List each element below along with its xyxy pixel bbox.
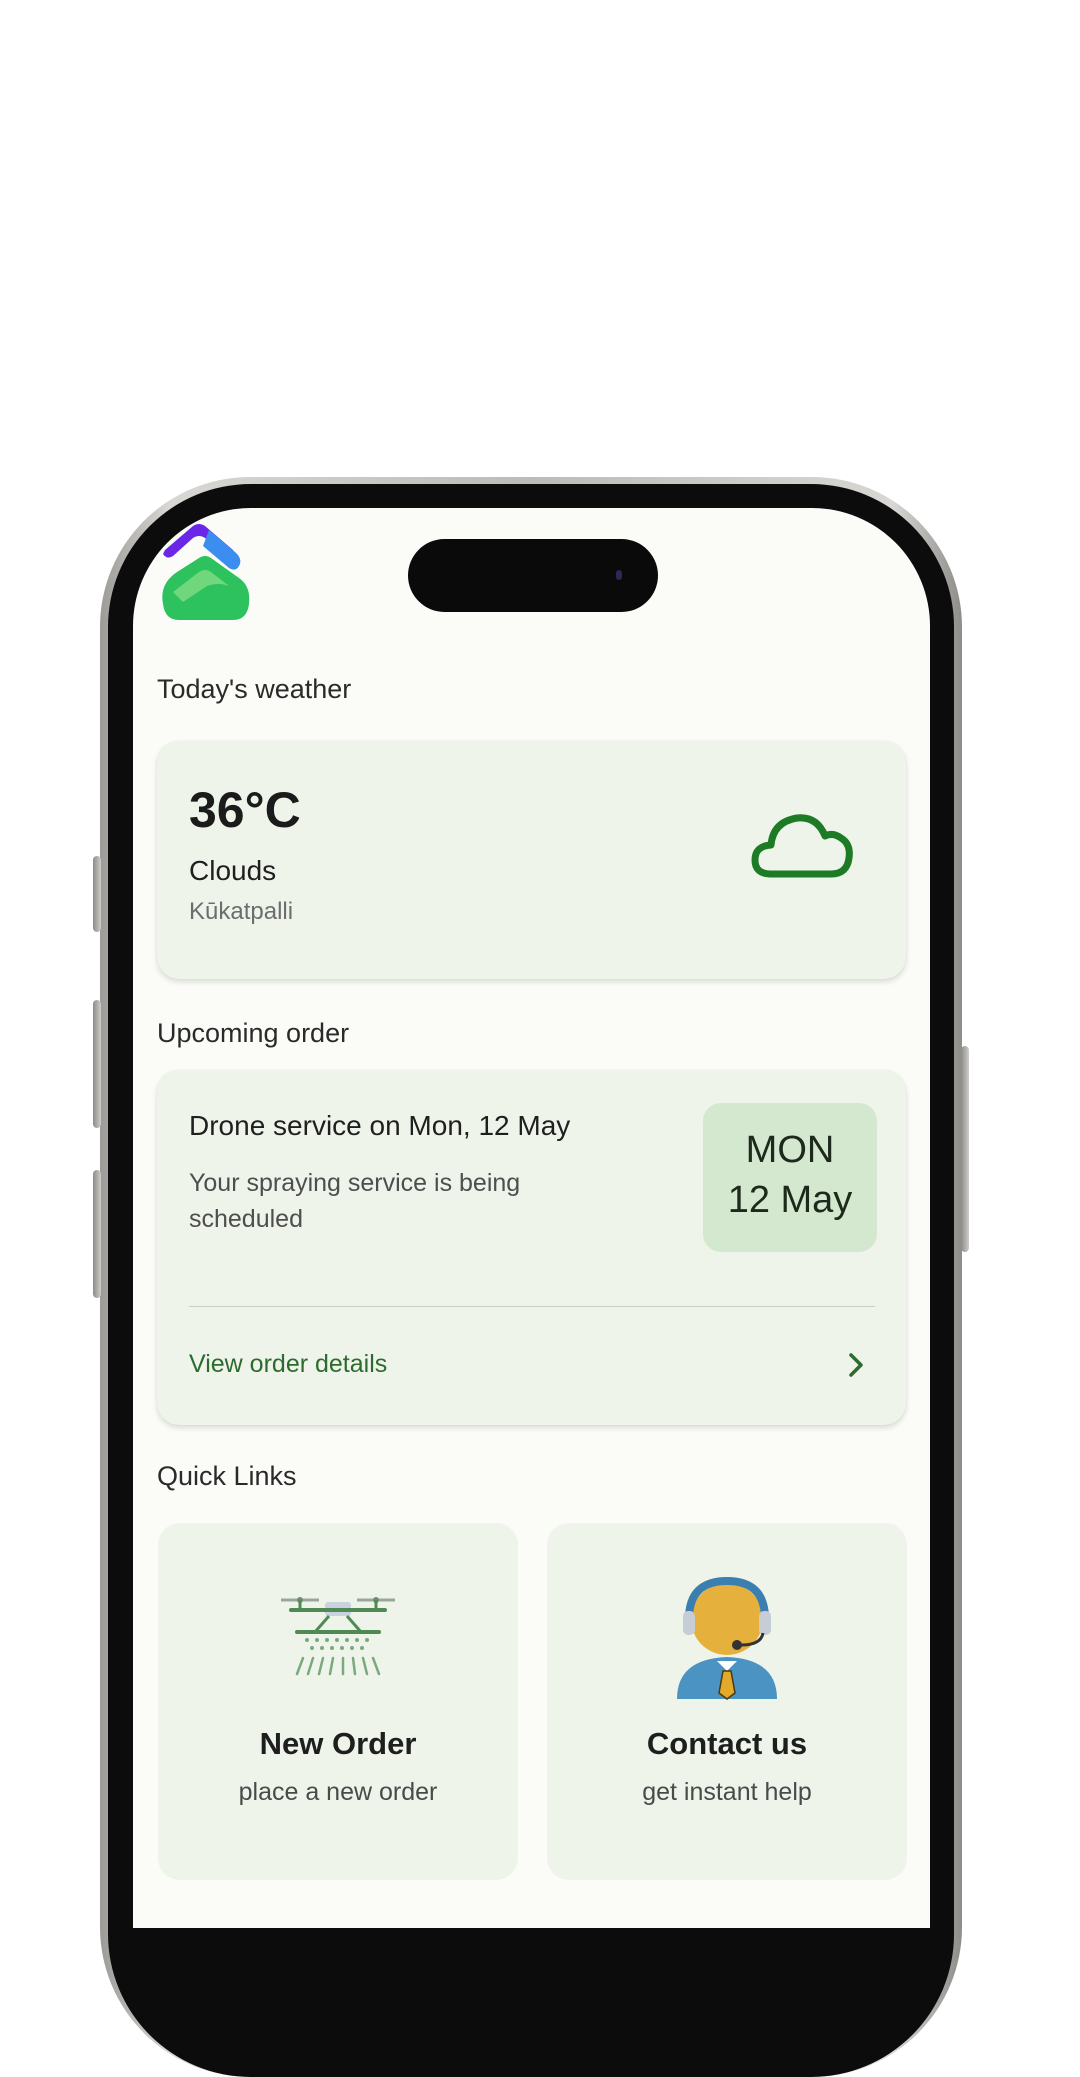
support-agent-icon xyxy=(677,1576,777,1700)
contact-us-card[interactable]: Contact us get instant help xyxy=(547,1523,907,1880)
upcoming-order-card[interactable]: Drone service on Mon, 12 May Your sprayi… xyxy=(157,1070,906,1425)
cloud-icon xyxy=(751,814,853,878)
contact-us-title: Contact us xyxy=(646,1726,808,1761)
quick-links-section-title: Quick Links xyxy=(157,1461,297,1491)
dynamic-island xyxy=(408,539,658,612)
weather-section-title: Today's weather xyxy=(157,674,352,704)
action-button xyxy=(93,856,101,932)
new-order-card[interactable]: New Order place a new order xyxy=(158,1523,518,1880)
weather-card[interactable]: 36°C Clouds Kūkatpalli xyxy=(157,741,906,979)
weather-condition: Clouds xyxy=(189,855,277,886)
volume-down-button xyxy=(93,1170,101,1298)
new-order-title: New Order xyxy=(259,1726,417,1761)
chevron-right-icon[interactable] xyxy=(846,1352,866,1378)
camera-dot xyxy=(616,570,622,580)
order-badge-date: 12 May xyxy=(727,1179,853,1221)
order-section-title: Upcoming order xyxy=(157,1018,350,1048)
contact-us-subtitle: get instant help xyxy=(642,1778,812,1806)
order-badge-day: MON xyxy=(745,1129,835,1171)
new-order-subtitle: place a new order xyxy=(238,1778,438,1806)
order-date-badge: MON 12 May xyxy=(703,1103,877,1252)
app-logo-icon xyxy=(162,524,250,620)
weather-location: Kūkatpalli xyxy=(189,898,294,925)
order-divider xyxy=(189,1306,875,1307)
volume-up-button xyxy=(93,1000,101,1128)
order-title: Drone service on Mon, 12 May xyxy=(189,1110,571,1141)
app-screen: Today's weather 36°C Clouds Kūkatpalli U… xyxy=(133,508,930,1928)
drone-icon xyxy=(281,1597,395,1676)
view-order-details-link[interactable]: View order details xyxy=(189,1350,387,1379)
order-description: Your spraying service is being scheduled xyxy=(189,1169,521,1233)
power-button xyxy=(961,1046,969,1252)
weather-temperature: 36°C xyxy=(189,782,301,838)
